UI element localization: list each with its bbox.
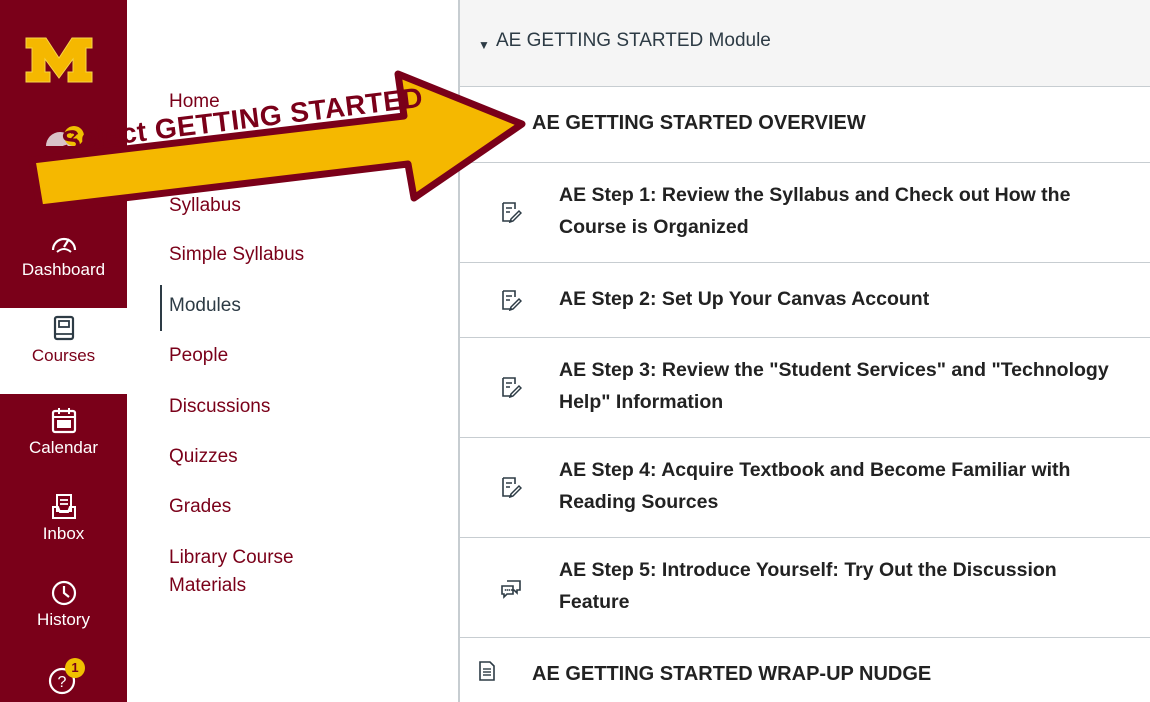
modules-content: ▼ AE GETTING STARTED Module AE GETTING S… bbox=[458, 0, 1150, 702]
course-nav-simple-syllabus[interactable]: Simple Syllabus bbox=[169, 241, 304, 269]
module-item[interactable]: AE Step 2: Set Up Your Canvas Account bbox=[460, 263, 1150, 338]
course-nav-people[interactable]: People bbox=[169, 342, 228, 370]
global-nav-label: Inbox bbox=[42, 524, 85, 543]
calendar-icon bbox=[51, 408, 76, 434]
svg-text:?: ? bbox=[58, 674, 67, 691]
module-item-title[interactable]: AE Step 3: Review the "Student Services"… bbox=[559, 354, 1119, 418]
global-nav-label: Calendar bbox=[29, 438, 98, 457]
dashboard-gauge-icon bbox=[51, 237, 76, 253]
global-nav-label: Courses bbox=[31, 346, 96, 365]
global-nav-label: Dashboard bbox=[21, 260, 106, 279]
course-nav-discussions[interactable]: Discussions bbox=[169, 393, 270, 421]
module-item-title[interactable]: AE GETTING STARTED OVERVIEW bbox=[532, 107, 1092, 139]
module-title: AE GETTING STARTED Module bbox=[496, 30, 771, 51]
course-nav-grades[interactable]: Grades bbox=[169, 493, 231, 521]
course-nav-quizzes[interactable]: Quizzes bbox=[169, 443, 238, 471]
assignment-icon bbox=[502, 377, 522, 398]
module-header[interactable]: ▼ AE GETTING STARTED Module bbox=[460, 0, 1150, 87]
module-item-title[interactable]: AE Step 4: Acquire Textbook and Become F… bbox=[559, 454, 1119, 518]
module-item-overview[interactable]: AE GETTING STARTED OVERVIEW bbox=[460, 87, 1150, 163]
inbox-icon bbox=[51, 494, 76, 519]
active-indicator bbox=[160, 285, 162, 331]
assignment-icon bbox=[502, 477, 522, 498]
module-item-title[interactable]: AE Step 5: Introduce Yourself: Try Out t… bbox=[559, 554, 1119, 618]
caret-down-icon[interactable]: ▼ bbox=[478, 38, 490, 52]
help-badge: 1 bbox=[65, 658, 85, 678]
module-item-wrapup[interactable]: AE GETTING STARTED WRAP-UP NUDGE bbox=[460, 638, 1150, 702]
module-item[interactable]: AE Step 3: Review the "Student Services"… bbox=[460, 338, 1150, 438]
global-nav-history[interactable]: History bbox=[0, 572, 127, 654]
discussion-icon bbox=[501, 580, 521, 599]
module-item[interactable]: AE Step 4: Acquire Textbook and Become F… bbox=[460, 438, 1150, 538]
global-nav-dashboard[interactable]: Dashboard bbox=[0, 222, 127, 304]
global-nav-inbox[interactable]: Inbox bbox=[0, 486, 127, 568]
module-item-title[interactable]: AE GETTING STARTED WRAP-UP NUDGE bbox=[532, 658, 1092, 690]
module-item-title[interactable]: AE Step 2: Set Up Your Canvas Account bbox=[559, 283, 1119, 315]
module-item[interactable]: AE Step 5: Introduce Yourself: Try Out t… bbox=[460, 538, 1150, 638]
book-icon bbox=[53, 315, 74, 341]
course-nav-library-course-materials[interactable]: Library Course Materials bbox=[169, 544, 369, 600]
global-nav-courses[interactable]: Courses bbox=[0, 308, 127, 394]
global-nav-calendar[interactable]: Calendar bbox=[0, 400, 127, 482]
global-nav-label: History bbox=[37, 610, 90, 629]
assignment-icon bbox=[502, 290, 522, 311]
clock-icon bbox=[51, 580, 76, 606]
module-item-title[interactable]: AE Step 1: Review the Syllabus and Check… bbox=[559, 179, 1119, 243]
module-item[interactable]: AE Step 1: Review the Syllabus and Check… bbox=[460, 163, 1150, 263]
page-icon bbox=[479, 661, 495, 681]
course-nav-modules[interactable]: Modules bbox=[169, 292, 241, 320]
help-button[interactable]: ? 1 bbox=[47, 658, 87, 698]
